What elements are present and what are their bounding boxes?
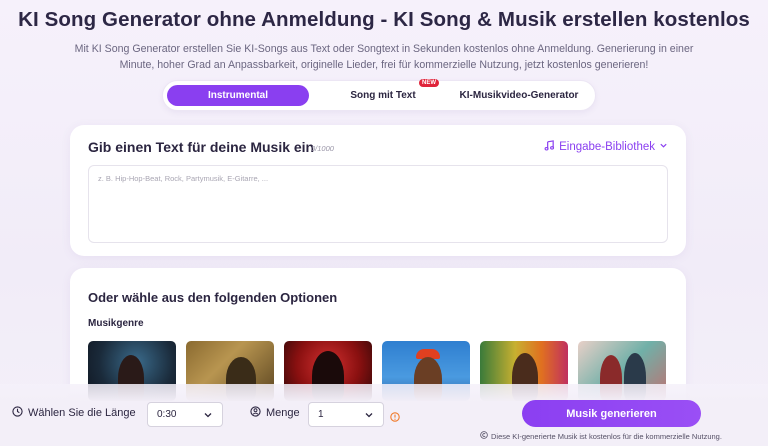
tab-song-mit-text[interactable]: Song mit Text NEW xyxy=(333,79,439,106)
generate-music-button[interactable]: Musik generieren xyxy=(522,400,701,427)
music-note-icon xyxy=(544,140,555,154)
amount-label-text: Menge xyxy=(266,407,300,419)
length-label-text: Wählen Sie die Länge xyxy=(28,407,136,419)
input-card-title: Gib einen Text für deine Musik ein xyxy=(88,139,315,155)
amount-value: 1 xyxy=(318,409,324,420)
length-value: 0:30 xyxy=(157,409,177,420)
chevron-down-icon xyxy=(659,141,668,153)
copyright-icon xyxy=(480,431,488,441)
clock-icon xyxy=(12,406,23,420)
info-icon[interactable] xyxy=(390,409,400,427)
generate-toolbar: Wählen Sie die Länge 0:30 Menge 1 Musik … xyxy=(0,384,768,446)
tab-ki-musikvideo[interactable]: KI-Musikvideo-Generator xyxy=(449,85,589,106)
options-title: Oder wähle aus den folgenden Optionen xyxy=(88,290,338,305)
tab-instrumental[interactable]: Instrumental xyxy=(167,85,309,106)
license-note-text: Diese KI-generierte Musik ist kostenlos … xyxy=(491,431,722,441)
char-counter: 0/1000 xyxy=(311,144,334,153)
length-label: Wählen Sie die Länge xyxy=(12,406,136,420)
page-title: KI Song Generator ohne Anmeldung - KI So… xyxy=(18,8,750,31)
text-input-card: Gib einen Text für deine Musik ein 0/100… xyxy=(70,125,686,256)
input-library-button[interactable]: Eingabe-Bibliothek xyxy=(544,140,668,154)
chevron-down-icon xyxy=(364,410,374,423)
music-prompt-input[interactable] xyxy=(88,165,668,243)
license-note: Diese KI-generierte Musik ist kostenlos … xyxy=(480,431,722,441)
genre-label: Musikgenre xyxy=(88,318,144,329)
amount-icon xyxy=(250,406,261,420)
mode-tabs: Instrumental Song mit Text NEW KI-Musikv… xyxy=(162,79,596,111)
length-select[interactable]: 0:30 xyxy=(147,402,223,427)
amount-label: Menge xyxy=(250,406,300,420)
input-library-label: Eingabe-Bibliothek xyxy=(559,141,655,153)
new-badge: NEW xyxy=(419,79,439,87)
amount-select[interactable]: 1 xyxy=(308,402,384,427)
tab-song-mit-text-label: Song mit Text xyxy=(350,90,416,101)
chevron-down-icon xyxy=(203,410,213,423)
page-subtitle: Mit KI Song Generator erstellen Sie KI-S… xyxy=(74,43,694,71)
